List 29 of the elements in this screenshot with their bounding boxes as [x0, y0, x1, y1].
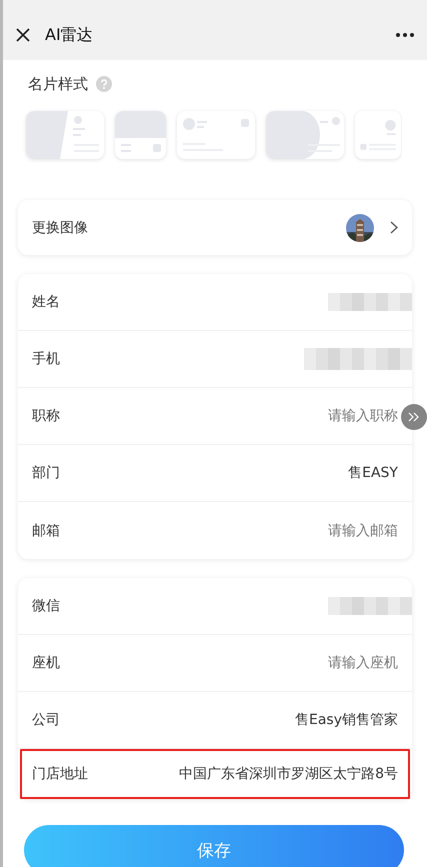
window-title: AI雷达 [45, 24, 94, 46]
field-label: 公司 [32, 711, 60, 729]
field-label: 部门 [32, 464, 60, 482]
field-label: 微信 [32, 597, 60, 615]
field-label: 更换图像 [32, 218, 88, 236]
more-icon[interactable] [395, 32, 415, 38]
field-label: 座机 [32, 654, 60, 672]
card-template[interactable] [266, 111, 344, 159]
field-label: 职称 [32, 407, 60, 425]
field-value[interactable]: 售EASY [348, 464, 398, 482]
input-field[interactable]: 请输入职称 [278, 408, 398, 424]
field-label: 手机 [32, 350, 60, 368]
input-field[interactable]: 请输入座机 [278, 655, 398, 671]
field-value[interactable]: 中国广东省深圳市罗湖区太宁路8号 [179, 765, 398, 783]
double-chevron-icon[interactable] [401, 404, 427, 430]
field-value[interactable]: 售Easy销售管家 [294, 711, 398, 729]
card-template[interactable] [177, 111, 255, 159]
card-template[interactable] [115, 111, 166, 159]
field-label: 姓名 [32, 293, 60, 311]
avatar-row[interactable]: 更换图像 [18, 200, 412, 255]
card-template[interactable] [26, 111, 104, 159]
field-label: 邮箱 [32, 522, 60, 540]
field-label: 门店地址 [32, 765, 88, 783]
input-field[interactable]: 请输入邮箱 [278, 522, 398, 538]
help-icon[interactable] [96, 76, 112, 92]
close-icon[interactable] [15, 27, 31, 43]
chevron-icon [390, 221, 398, 234]
section-label: 名片样式 [28, 74, 88, 94]
card-template[interactable] [355, 111, 401, 159]
